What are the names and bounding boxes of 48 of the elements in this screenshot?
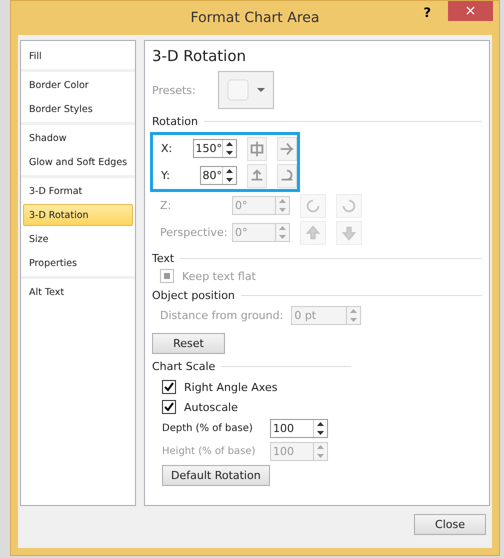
field-label: Depth (% of base) [162,423,254,434]
category-item[interactable]: Alt Text [23,281,133,303]
checkbox-label: Keep text flat [182,270,256,282]
reset-button[interactable]: Reset [152,333,225,354]
checkbox[interactable] [162,380,176,394]
caret-icon [256,88,265,92]
window-title: Format Chart Area [190,10,320,26]
section-heading: Chart Scale [152,360,216,373]
rotation-field[interactable]: 80° [200,166,237,185]
spin-arrows[interactable] [222,140,236,157]
rotate-button[interactable] [247,164,267,188]
category-item[interactable]: 3-D Rotation [23,204,133,226]
presets-label: Presets: [152,84,196,96]
checkbox[interactable] [162,400,176,414]
rotation-label: Perspective: [159,226,228,239]
presets-dropdown[interactable] [218,71,274,109]
field-label: Height (% of base) [162,446,256,457]
rotation-label: X: [160,142,174,155]
rotate-button[interactable] [247,136,267,160]
spin-arrows[interactable] [313,420,327,437]
category-item[interactable]: Fill [23,45,133,67]
section-heading: Rotation [152,115,198,128]
panel-title: 3-D Rotation [152,47,248,65]
rotation-label: Y: [160,169,171,182]
rotation-field[interactable]: 150° [192,139,237,158]
checkbox-label: Autoscale [184,400,238,414]
preset-swatch-icon [226,79,249,101]
category-item[interactable]: 3-D Format [23,180,133,202]
category-item[interactable]: Glow and Soft Edges [23,151,133,173]
help-button[interactable]: ? [417,5,437,22]
field-label: Distance from ground: [160,309,284,322]
category-item[interactable]: Border Styles [23,98,133,120]
spin-arrows[interactable] [222,167,236,184]
check-square-icon [164,273,170,279]
rotation-label: Z: [159,199,172,212]
rotate-button[interactable] [277,136,297,160]
close-button[interactable]: × [448,1,493,21]
checkbox-label: Right Angle Axes [184,380,278,394]
section-heading: Text [152,252,174,265]
close-dialog-button[interactable]: Close [414,514,486,535]
category-item[interactable]: Properties [23,252,133,274]
default-rotation-button[interactable]: Default Rotation [162,465,270,486]
section-heading: Object position [152,289,235,302]
rotate-button[interactable] [277,164,297,188]
category-item[interactable]: Size [23,228,133,250]
category-item[interactable]: Border Color [23,74,133,96]
category-item[interactable]: Shadow [23,127,133,149]
percent-field[interactable]: 100 [270,419,328,438]
